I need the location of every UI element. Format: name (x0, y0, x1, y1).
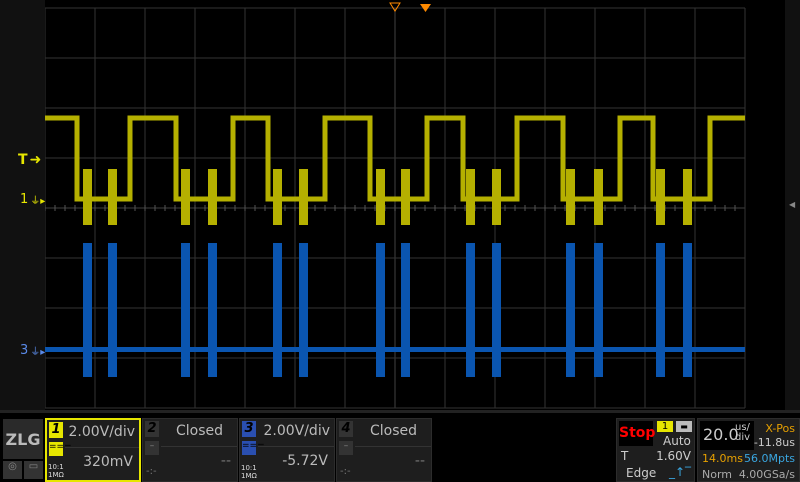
ch1-burst (208, 169, 217, 225)
ch1-burst (376, 169, 385, 225)
impedance: 1MΩ (48, 471, 64, 479)
rising-edge-icon: _↑‾ (669, 465, 692, 479)
ch1-burst (492, 169, 501, 225)
channel-status: Closed (369, 423, 417, 439)
ch1-burst (83, 169, 92, 225)
channel-status: Closed (175, 423, 223, 439)
channel-1-number: 1 (49, 422, 63, 438)
ch3-burst (273, 243, 282, 377)
bottom-status-bar: ZLG ◎ ▭ 1 === 10:1 1MΩ 2.00V/div 320mV 2 … (0, 410, 800, 482)
arrow-right-icon: ➜ (29, 152, 42, 168)
time-unit: us/div (735, 423, 750, 443)
ch1-burst (566, 169, 575, 225)
channel-2-panel[interactable]: 2 – -:- Closed -- (142, 418, 238, 482)
ch3-burst (656, 243, 665, 377)
probe-ratio: 10:1 (48, 463, 64, 471)
channel-3-panel[interactable]: 3 === 10:1 1MΩ 2.00V/div -5.72V (239, 418, 335, 482)
trigger-level[interactable]: 1.60V (656, 449, 691, 463)
channel-3-number: 3 (242, 421, 256, 437)
ch3-burst (208, 243, 217, 377)
ch3-burst (466, 243, 475, 377)
ch3-burst (83, 243, 92, 377)
trigger-level-label: T (621, 449, 629, 463)
trigger-source[interactable]: 1 (657, 421, 673, 432)
ch3-marker-label: 3 (20, 343, 29, 358)
dc-coupling-icon: ▬ (676, 421, 692, 432)
ch3-ground-marker[interactable]: 3 ⏚▸ (20, 343, 45, 358)
ground-arrow-icon: ⏚▸ (30, 196, 46, 207)
memory-depth[interactable]: 56.0Mpts (744, 452, 795, 465)
ch3-burst (683, 243, 692, 377)
dc-coupling-icon: === (49, 442, 72, 456)
vertical-offset: -- (414, 453, 425, 469)
coupling-icon: – (339, 441, 353, 455)
ground-arrow-icon: ⏚▸ (30, 347, 46, 358)
gesture-icon[interactable]: ▭ (24, 461, 43, 479)
ch1-burst (273, 169, 282, 225)
channel-1-panel[interactable]: 1 === 10:1 1MΩ 2.00V/div 320mV (45, 418, 141, 482)
run-stop-status[interactable]: Stop (619, 421, 655, 446)
dc-coupling-icon: === (242, 441, 265, 455)
ch3-burst (594, 243, 603, 377)
ch3-burst (566, 243, 575, 377)
ch3-burst (299, 243, 308, 377)
xpos-value[interactable]: -11.8us (754, 436, 795, 449)
channel-2-number: 2 (145, 421, 159, 437)
vertical-offset[interactable]: 320mV (83, 454, 133, 470)
xpos-label: X-Pos (765, 422, 795, 435)
ch1-burst (108, 169, 117, 225)
vertical-scale[interactable]: 2.00V/div (68, 424, 135, 440)
ch1-burst (401, 169, 410, 225)
vertical-offset[interactable]: -5.72V (282, 453, 328, 469)
coupling-icon: – (145, 441, 159, 455)
ch1-burst (594, 169, 603, 225)
impedance: 1MΩ (241, 472, 257, 480)
ch1-burst (656, 169, 665, 225)
right-panel-handle[interactable]: ◀ (785, 0, 800, 410)
timebase-panel[interactable]: 20.0 us/div X-Pos -11.8us 14.0ms 56.0Mpt… (697, 418, 800, 482)
trigger-panel[interactable]: Stop 1 ▬ Auto T 1.60V Edge _↑‾ (616, 418, 695, 482)
ch1-burst (181, 169, 190, 225)
probe-placeholder: -:- (340, 466, 351, 477)
waveform-display[interactable] (0, 0, 800, 410)
acquisition-mode[interactable]: Norm (702, 468, 732, 481)
time-scale[interactable]: 20.0 (703, 425, 739, 444)
trigger-level-marker[interactable]: T ➜ (18, 152, 41, 168)
channel-4-number: 4 (339, 421, 353, 437)
ch1-burst (466, 169, 475, 225)
probe-placeholder: -:- (146, 466, 157, 477)
trigger-mode[interactable]: Auto (663, 434, 691, 448)
ch1-marker-label: 1 (20, 192, 29, 207)
touch-icon[interactable]: ◎ (3, 461, 22, 479)
ch3-burst (492, 243, 501, 377)
trigger-type[interactable]: Edge (626, 466, 656, 480)
ch1-ground-marker[interactable]: 1 ⏚▸ (20, 192, 45, 207)
ch1-burst (683, 169, 692, 225)
sample-rate: 4.00GSa/s (738, 468, 795, 481)
unit-bottom: div (735, 432, 751, 443)
ch3-burst (181, 243, 190, 377)
record-window: 14.0ms (702, 452, 743, 465)
zlg-logo: ZLG (3, 419, 43, 459)
ch3-burst (376, 243, 385, 377)
ch1-burst (299, 169, 308, 225)
ch3-burst (108, 243, 117, 377)
ch3-trace (45, 347, 745, 352)
channel-4-panel[interactable]: 4 – -:- Closed -- (336, 418, 432, 482)
vertical-scale[interactable]: 2.00V/div (263, 423, 330, 439)
ch3-burst (401, 243, 410, 377)
trigger-marker-label: T (18, 152, 28, 168)
vertical-offset: -- (220, 453, 231, 469)
probe-ratio: 10:1 (241, 464, 257, 472)
